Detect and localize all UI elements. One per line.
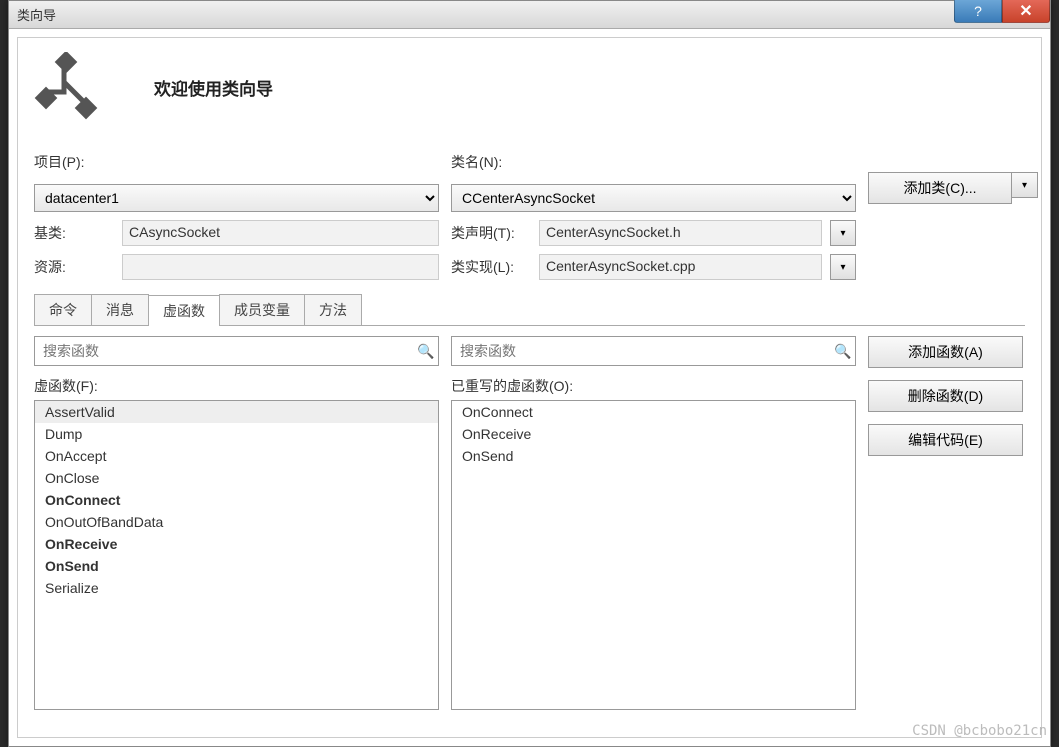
class-decl-field: CenterAsyncSocket.h bbox=[539, 220, 822, 246]
spacer bbox=[868, 152, 1038, 168]
tab-2[interactable]: 虚函数 bbox=[148, 295, 220, 326]
search-left-input[interactable] bbox=[35, 337, 414, 365]
class-impl-field: CenterAsyncSocket.cpp bbox=[539, 254, 822, 280]
class-decl-label: 类声明(T): bbox=[451, 223, 531, 243]
class-name-select[interactable]: CCenterAsyncSocket bbox=[451, 184, 856, 212]
close-button[interactable]: ✕ bbox=[1002, 0, 1050, 23]
project-select[interactable]: datacenter1 bbox=[34, 184, 439, 212]
search-left: 🔍 bbox=[34, 336, 439, 366]
search-icon[interactable]: 🔍 bbox=[831, 343, 855, 360]
tab-3[interactable]: 成员变量 bbox=[219, 294, 305, 325]
list-item[interactable]: OnSend bbox=[452, 445, 855, 467]
titlebar-buttons: ? ✕ bbox=[954, 0, 1050, 23]
search-right-input[interactable] bbox=[452, 337, 831, 365]
list-item[interactable]: OnClose bbox=[35, 467, 438, 489]
list-item[interactable]: OnAccept bbox=[35, 445, 438, 467]
list-item[interactable]: OnReceive bbox=[35, 533, 438, 555]
left-column: 项目(P): datacenter1 基类: CAsyncSocket 资源: bbox=[34, 152, 439, 280]
list-item[interactable]: AssertValid bbox=[35, 401, 438, 423]
add-class-button[interactable]: 添加类(C)... bbox=[868, 172, 1012, 204]
list-item[interactable]: OnOutOfBandData bbox=[35, 511, 438, 533]
add-class-split: 添加类(C)... ▾ bbox=[868, 172, 1038, 204]
resource-field bbox=[122, 254, 439, 280]
search-right: 🔍 bbox=[451, 336, 856, 366]
side-buttons: 添加函数(A) 删除函数(D) 编辑代码(E) bbox=[868, 336, 1028, 710]
content: 欢迎使用类向导 项目(P): datacenter1 基类: CAsyncSoc… bbox=[9, 29, 1050, 746]
list-item[interactable]: OnReceive bbox=[452, 423, 855, 445]
overridden-label: 已重写的虚函数(O): bbox=[451, 376, 856, 396]
list-item[interactable]: Dump bbox=[35, 423, 438, 445]
list-item[interactable]: OnConnect bbox=[452, 401, 855, 423]
tab-4[interactable]: 方法 bbox=[304, 294, 362, 325]
right-column: 类名(N): CCenterAsyncSocket 类声明(T): Center… bbox=[451, 152, 856, 280]
right-pane: 🔍 已重写的虚函数(O): OnConnectOnReceiveOnSend bbox=[451, 336, 856, 710]
wizard-window: 类向导 ? ✕ 欢迎使用类向导 bbox=[8, 0, 1051, 747]
tab-1[interactable]: 消息 bbox=[91, 294, 149, 325]
list-item[interactable]: Serialize bbox=[35, 577, 438, 599]
del-func-button[interactable]: 删除函数(D) bbox=[868, 380, 1023, 412]
base-class-field: CAsyncSocket bbox=[122, 220, 439, 246]
list-item[interactable]: OnSend bbox=[35, 555, 438, 577]
list-item[interactable]: OnConnect bbox=[35, 489, 438, 511]
edit-code-button[interactable]: 编辑代码(E) bbox=[868, 424, 1023, 456]
base-class-label: 基类: bbox=[34, 223, 114, 243]
top-grid: 项目(P): datacenter1 基类: CAsyncSocket 资源: … bbox=[34, 152, 1025, 280]
project-label: 项目(P): bbox=[34, 152, 439, 172]
virtual-funcs-list[interactable]: AssertValidDumpOnAcceptOnCloseOnConnectO… bbox=[34, 400, 439, 710]
inner-panel: 欢迎使用类向导 项目(P): datacenter1 基类: CAsyncSoc… bbox=[17, 37, 1042, 738]
titlebar: 类向导 ? ✕ bbox=[9, 1, 1050, 29]
class-impl-label: 类实现(L): bbox=[451, 257, 531, 277]
search-icon[interactable]: 🔍 bbox=[414, 343, 438, 360]
add-func-button[interactable]: 添加函数(A) bbox=[868, 336, 1023, 368]
class-name-label: 类名(N): bbox=[451, 152, 856, 172]
panel: 🔍 虚函数(F): AssertValidDumpOnAcceptOnClose… bbox=[34, 336, 1025, 710]
class-impl-dropdown[interactable]: ▾ bbox=[830, 254, 856, 280]
tab-0[interactable]: 命令 bbox=[34, 294, 92, 325]
window-title: 类向导 bbox=[17, 5, 56, 24]
watermark: CSDN @bcbobo21cn bbox=[912, 723, 1047, 739]
tabs: 命令消息虚函数成员变量方法 bbox=[34, 294, 1025, 326]
left-pane: 🔍 虚函数(F): AssertValidDumpOnAcceptOnClose… bbox=[34, 336, 439, 710]
welcome-text: 欢迎使用类向导 bbox=[154, 75, 273, 100]
resource-label: 资源: bbox=[34, 257, 114, 277]
addclass-column: 添加类(C)... ▾ bbox=[868, 152, 1038, 204]
add-class-dropdown[interactable]: ▾ bbox=[1012, 172, 1038, 198]
header: 欢迎使用类向导 bbox=[34, 52, 1025, 122]
virtual-funcs-label: 虚函数(F): bbox=[34, 376, 439, 396]
help-button[interactable]: ? bbox=[954, 0, 1002, 23]
wizard-logo-icon bbox=[34, 52, 104, 122]
class-decl-dropdown[interactable]: ▾ bbox=[830, 220, 856, 246]
overridden-list[interactable]: OnConnectOnReceiveOnSend bbox=[451, 400, 856, 710]
